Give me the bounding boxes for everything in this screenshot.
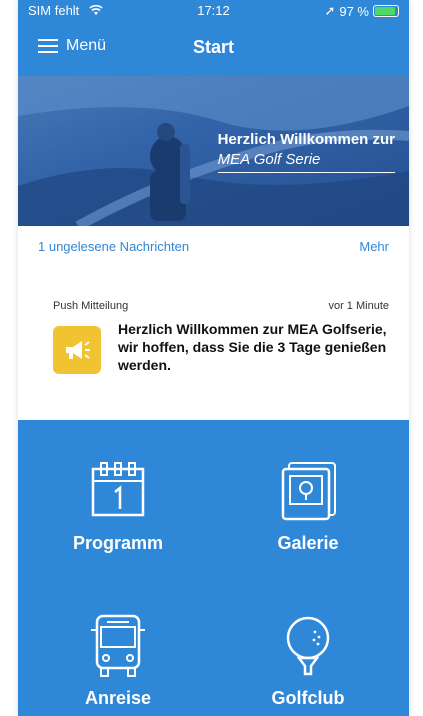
hero-title: Herzlich Willkommen zur [217,131,395,148]
tile-label: Anreise [84,688,152,708]
hero-banner: Herzlich Willkommen zur MEA Golf Serie [18,76,409,226]
tile-galerie[interactable]: Galerie [218,455,398,554]
tile-label: Galerie [277,533,339,553]
bus-icon [28,610,208,680]
notice-time: vor 1 Minute [328,300,389,312]
battery-icon [373,5,399,17]
tile-anreise[interactable]: Anreise [28,610,208,709]
push-notice[interactable]: Push Mitteilung vor 1 Minute Herzlich Wi… [18,294,409,404]
tile-label: Golfclub [271,688,345,708]
tile-label: Programm [72,533,164,553]
location-icon: ➚ [324,3,336,18]
tile-golfclub[interactable]: Golfclub [218,610,398,709]
tile-grid: Programm Galerie Anreise Golfclub [18,420,409,716]
hero-welcome: Herzlich Willkommen zur MEA Golf Serie [217,131,395,173]
status-bar: SIM fehlt 17:12 ➚ 97 % [18,0,409,22]
golf-ball-icon [218,610,398,680]
unread-messages-link[interactable]: 1 ungelesene Nachrichten [38,239,189,254]
messages-row: 1 ungelesene Nachrichten Mehr [18,236,409,260]
page-title: Start [192,37,234,57]
battery-label: 97 % [339,3,369,19]
navigation-bar: Menü Start [18,22,409,76]
calendar-icon [28,455,208,525]
notice-type: Push Mitteilung [53,300,129,312]
hero-subtitle: MEA Golf Serie [217,151,395,173]
megaphone-icon [53,326,101,374]
tile-programm[interactable]: Programm [28,455,208,554]
gallery-icon [218,455,398,525]
notice-text: Herzlich Willkommen zur MEA Golfserie, w… [118,321,387,373]
status-right: ➚ 97 % [324,3,399,19]
more-link[interactable]: Mehr [359,239,389,254]
app-screen: SIM fehlt 17:12 ➚ 97 % Menü Start Herzli… [18,0,409,716]
